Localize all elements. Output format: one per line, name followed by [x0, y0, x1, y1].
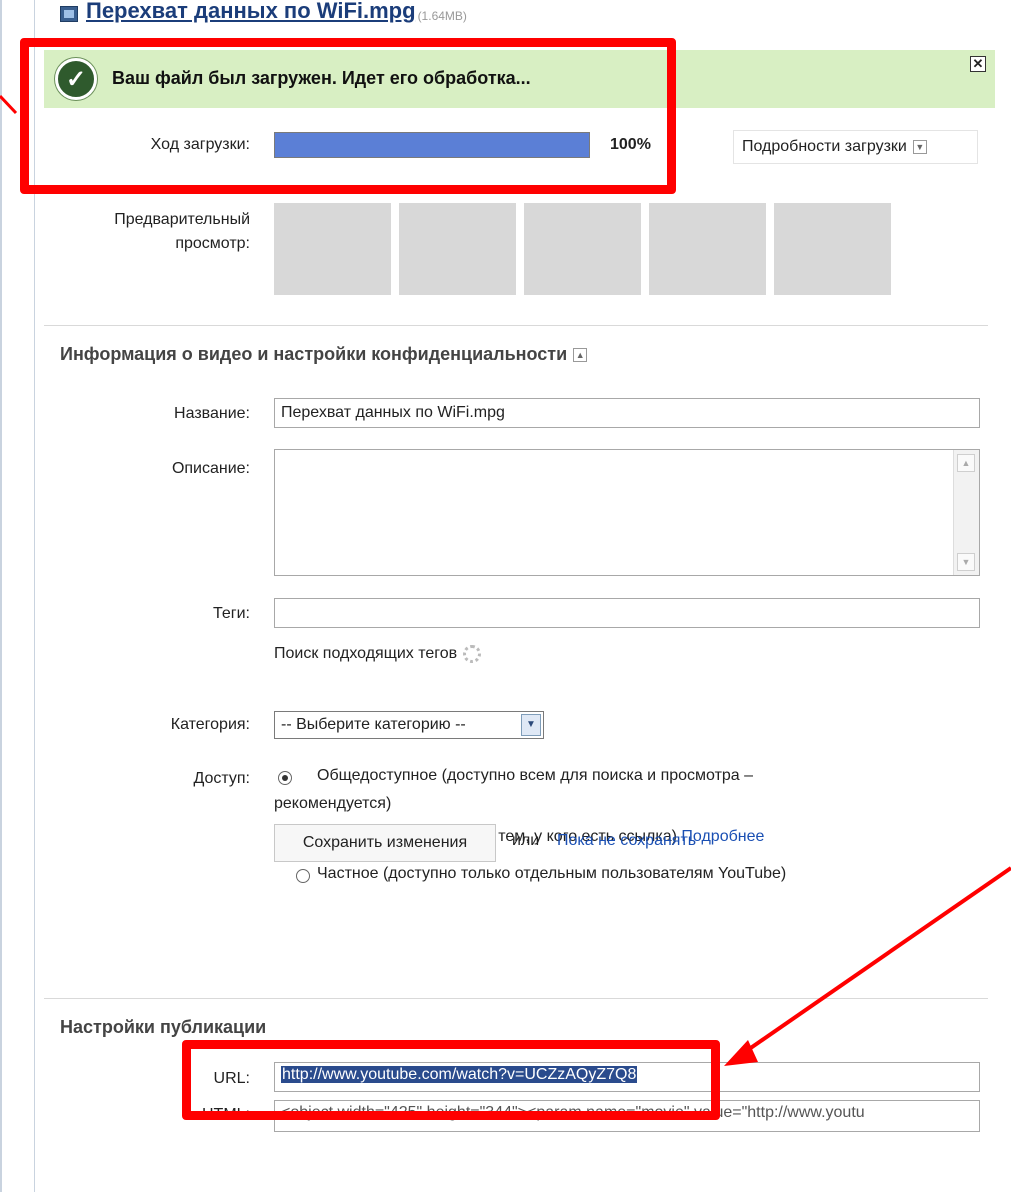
annotation-arrow-upload: [0, 94, 18, 115]
annotation-arrow-url: [740, 866, 1011, 1056]
annotation-arrows: [0, 94, 1011, 1066]
annotation-arrow-url-head: [724, 1040, 758, 1066]
